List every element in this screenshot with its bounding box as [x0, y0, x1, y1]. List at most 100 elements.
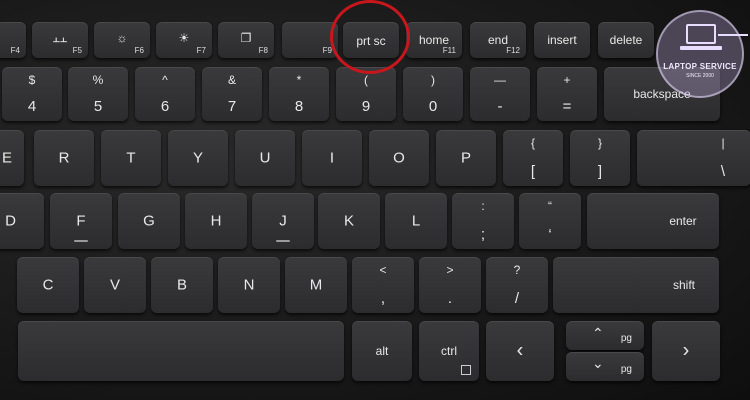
key-comma: < ,	[352, 257, 414, 313]
key-c: C	[17, 257, 79, 313]
key-arrow-right: ›	[652, 321, 720, 381]
laptop-base-icon	[680, 46, 722, 50]
key-label: F	[76, 212, 86, 230]
key-label: R	[58, 149, 70, 167]
home-bump	[74, 240, 88, 242]
fn-label: F9	[322, 46, 332, 55]
key-spacebar	[18, 321, 344, 381]
key-label: Y	[192, 149, 203, 167]
key-label: I	[329, 149, 335, 167]
key-symbol: 5	[93, 98, 103, 115]
key-f5: ⫠⫠ F5	[32, 22, 88, 58]
fn-label: F6	[134, 46, 144, 55]
key-l: L	[385, 193, 447, 249]
key-end: end F12	[470, 22, 526, 58]
key-shift-symbol: }	[597, 136, 602, 150]
key-symbol: \	[720, 163, 726, 180]
key-k: K	[318, 193, 380, 249]
key-shift-symbol: “	[548, 199, 552, 213]
key-f7: ☀ F7	[156, 22, 212, 58]
key-symbol: 9	[361, 98, 371, 115]
home-bump	[276, 240, 290, 242]
key-slash: ? /	[486, 257, 548, 313]
key-symbol: /	[514, 290, 520, 307]
key-label: alt	[375, 344, 389, 358]
key-label: delete	[609, 33, 643, 47]
key-shift-symbol: {	[530, 136, 535, 150]
key-quote: “ ‘	[519, 193, 581, 249]
keyboard-backlight-icon: ⫠⫠	[52, 31, 68, 45]
key-shift-symbol: *	[296, 73, 302, 87]
key-backslash: | \	[637, 130, 750, 186]
key-enter: enter	[587, 193, 719, 249]
key-t: T	[101, 130, 161, 186]
key-shift-symbol: ?	[513, 263, 521, 277]
key-label: P	[460, 149, 471, 167]
key-symbol: 8	[294, 98, 304, 115]
key-symbol: 4	[27, 98, 37, 115]
key-p: P	[436, 130, 496, 186]
key-symbol: =	[562, 98, 572, 115]
fn-label: F12	[506, 46, 520, 55]
key-shift-symbol: —	[494, 73, 506, 87]
key-symbol: [	[530, 163, 536, 180]
key-shift-symbol: <	[379, 263, 387, 277]
key-g: G	[118, 193, 180, 249]
key-7: & 7	[202, 67, 262, 121]
key-shift-symbol: :	[481, 199, 485, 213]
watermark-title: LAPTOP SERVICE	[663, 62, 737, 71]
key-period: > .	[419, 257, 481, 313]
key-symbol: ;	[480, 226, 486, 243]
brightness-up-icon: ☀	[178, 31, 190, 45]
key-i: I	[302, 130, 362, 186]
key-home: home F11	[406, 22, 462, 58]
display-switch-icon: ❐	[240, 31, 252, 45]
key-shift-symbol: |	[721, 136, 725, 150]
key-arrow-up: ⌃ pg	[566, 321, 644, 350]
key-symbol: ]	[597, 163, 603, 180]
key-shift: shift	[553, 257, 719, 313]
key-label: L	[411, 212, 421, 230]
key-shift-symbol: ^	[162, 73, 168, 87]
key-label: J	[279, 212, 287, 230]
key-arrow-left: ‹	[486, 321, 554, 381]
key-shift-symbol: >	[446, 263, 454, 277]
key-shift-symbol: )	[431, 73, 435, 87]
key-e: E	[0, 130, 24, 186]
key-bracket-left: { [	[503, 130, 563, 186]
key-label: home	[418, 33, 450, 47]
keyboard-photo: F4 ⫠⫠ F5 ☼ F6 ☀ F7 ❐ F8 F9 prt sc home F…	[0, 0, 750, 400]
key-8: * 8	[269, 67, 329, 121]
chevron-right-icon: ›	[682, 339, 690, 362]
key-symbol: 0	[428, 98, 438, 115]
fn-label: F5	[72, 46, 82, 55]
fn-label: F4	[10, 46, 20, 55]
key-n: N	[218, 257, 280, 313]
key-shift-symbol: $	[28, 73, 36, 87]
key-label: H	[210, 212, 222, 230]
watermark-logo: LAPTOP SERVICE SINCE 2000	[656, 10, 748, 98]
key-y: Y	[168, 130, 228, 186]
brightness-down-icon: ☼	[116, 31, 128, 45]
fn-label: F7	[196, 46, 206, 55]
key-ctrl: ctrl	[419, 321, 479, 381]
fn-label: F8	[258, 46, 268, 55]
key-symbol: .	[447, 290, 453, 307]
key-j: J	[252, 193, 314, 249]
key-label: V	[109, 276, 120, 294]
key-symbol: -	[497, 98, 503, 115]
key-label: pg	[620, 364, 632, 375]
laptop-icon	[686, 24, 716, 44]
key-5: % 5	[68, 67, 128, 121]
key-symbol: ,	[380, 290, 386, 307]
key-label: E	[1, 149, 12, 167]
key-shift-symbol: +	[563, 73, 571, 87]
key-4: $ 4	[2, 67, 62, 121]
key-label: shift	[672, 278, 695, 292]
key-label: O	[393, 149, 405, 167]
watermark-subtitle: SINCE 2000	[686, 73, 714, 79]
chevron-up-icon: ⌃	[592, 325, 604, 341]
key-label: K	[343, 212, 354, 230]
menu-icon	[461, 365, 471, 375]
key-label: ctrl	[441, 344, 457, 358]
